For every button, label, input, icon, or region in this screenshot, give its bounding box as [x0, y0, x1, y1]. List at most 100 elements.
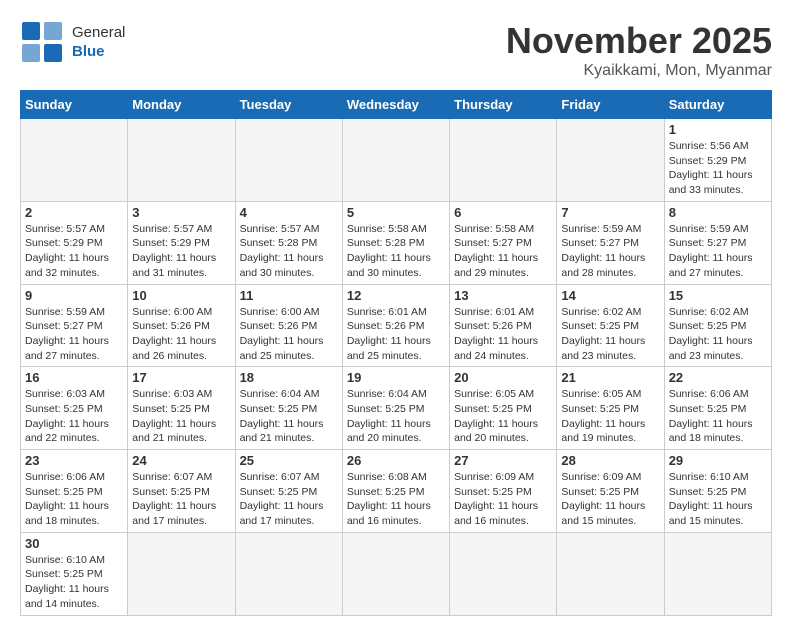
day-number: 29	[669, 453, 767, 468]
day-info: Sunrise: 5:57 AMSunset: 5:29 PMDaylight:…	[25, 222, 123, 281]
day-info: Sunrise: 5:58 AMSunset: 5:28 PMDaylight:…	[347, 222, 445, 281]
calendar-cell: 27 Sunrise: 6:09 AMSunset: 5:25 PMDayligh…	[450, 450, 557, 533]
weekday-header-row: SundayMondayTuesdayWednesdayThursdayFrid…	[21, 91, 772, 119]
day-info: Sunrise: 6:01 AMSunset: 5:26 PMDaylight:…	[347, 305, 445, 364]
calendar-cell: 3 Sunrise: 5:57 AMSunset: 5:29 PMDaylight…	[128, 201, 235, 284]
day-number: 23	[25, 453, 123, 468]
calendar-cell: 22 Sunrise: 6:06 AMSunset: 5:25 PMDayligh…	[664, 367, 771, 450]
calendar-cell: 15Sunrise: 6:02 AMSunset: 5:25 PMDayligh…	[664, 284, 771, 367]
day-number: 4	[240, 205, 338, 220]
day-info: Sunrise: 6:04 AMSunset: 5:25 PMDaylight:…	[240, 387, 338, 446]
day-number: 28	[561, 453, 659, 468]
day-info: Sunrise: 6:04 AMSunset: 5:25 PMDaylight:…	[347, 387, 445, 446]
logo-svg	[20, 20, 64, 64]
day-number: 27	[454, 453, 552, 468]
calendar-cell	[450, 119, 557, 202]
day-number: 2	[25, 205, 123, 220]
calendar-cell: 5 Sunrise: 5:58 AMSunset: 5:28 PMDaylight…	[342, 201, 449, 284]
calendar-cell: 7 Sunrise: 5:59 AMSunset: 5:27 PMDaylight…	[557, 201, 664, 284]
day-info: Sunrise: 6:06 AMSunset: 5:25 PMDaylight:…	[669, 387, 767, 446]
day-info: Sunrise: 5:59 AMSunset: 5:27 PMDaylight:…	[561, 222, 659, 281]
day-number: 26	[347, 453, 445, 468]
day-info: Sunrise: 6:10 AMSunset: 5:25 PMDaylight:…	[25, 553, 123, 612]
day-number: 14	[561, 288, 659, 303]
weekday-header-thursday: Thursday	[450, 91, 557, 119]
calendar-week-row: 1 Sunrise: 5:56 AMSunset: 5:29 PMDaylight…	[21, 119, 772, 202]
day-info: Sunrise: 6:03 AMSunset: 5:25 PMDaylight:…	[132, 387, 230, 446]
day-info: Sunrise: 6:02 AMSunset: 5:25 PMDaylight:…	[669, 305, 767, 364]
calendar-cell	[128, 119, 235, 202]
title-area: November 2025 Kyaikkami, Mon, Myanmar	[506, 20, 772, 80]
calendar-cell: 24 Sunrise: 6:07 AMSunset: 5:25 PMDayligh…	[128, 450, 235, 533]
calendar-cell	[557, 119, 664, 202]
weekday-header-tuesday: Tuesday	[235, 91, 342, 119]
day-number: 13	[454, 288, 552, 303]
day-info: Sunrise: 6:01 AMSunset: 5:26 PMDaylight:…	[454, 305, 552, 364]
location-subtitle: Kyaikkami, Mon, Myanmar	[506, 62, 772, 80]
weekday-header-sunday: Sunday	[21, 91, 128, 119]
weekday-header-wednesday: Wednesday	[342, 91, 449, 119]
calendar-week-row: 2 Sunrise: 5:57 AMSunset: 5:29 PMDaylight…	[21, 201, 772, 284]
day-info: Sunrise: 6:05 AMSunset: 5:25 PMDaylight:…	[454, 387, 552, 446]
day-info: Sunrise: 5:58 AMSunset: 5:27 PMDaylight:…	[454, 222, 552, 281]
day-number: 6	[454, 205, 552, 220]
calendar-cell: 1 Sunrise: 5:56 AMSunset: 5:29 PMDaylight…	[664, 119, 771, 202]
calendar-cell: 30 Sunrise: 6:10 AMSunset: 5:25 PMDayligh…	[21, 532, 128, 615]
day-number: 18	[240, 370, 338, 385]
calendar-cell: 4Sunrise: 5:57 AMSunset: 5:28 PMDaylight…	[235, 201, 342, 284]
calendar-week-row: 16 Sunrise: 6:03 AMSunset: 5:25 PMDayligh…	[21, 367, 772, 450]
day-number: 5	[347, 205, 445, 220]
weekday-header-monday: Monday	[128, 91, 235, 119]
calendar-cell	[128, 532, 235, 615]
day-number: 11	[240, 288, 338, 303]
day-number: 24	[132, 453, 230, 468]
calendar-cell: 11Sunrise: 6:00 AMSunset: 5:26 PMDayligh…	[235, 284, 342, 367]
day-info: Sunrise: 6:09 AMSunset: 5:25 PMDaylight:…	[454, 470, 552, 529]
calendar-cell: 6 Sunrise: 5:58 AMSunset: 5:27 PMDaylight…	[450, 201, 557, 284]
calendar-cell: 14 Sunrise: 6:02 AMSunset: 5:25 PMDayligh…	[557, 284, 664, 367]
day-info: Sunrise: 6:00 AMSunset: 5:26 PMDaylight:…	[132, 305, 230, 364]
day-info: Sunrise: 5:59 AMSunset: 5:27 PMDaylight:…	[669, 222, 767, 281]
calendar-cell	[664, 532, 771, 615]
calendar-cell: 25Sunrise: 6:07 AMSunset: 5:25 PMDayligh…	[235, 450, 342, 533]
day-number: 7	[561, 205, 659, 220]
calendar-cell: 16Sunrise: 6:03 AMSunset: 5:25 PMDayligh…	[21, 367, 128, 450]
day-number: 8	[669, 205, 767, 220]
calendar-cell	[557, 532, 664, 615]
calendar-cell	[235, 119, 342, 202]
day-info: Sunrise: 6:06 AMSunset: 5:25 PMDaylight:…	[25, 470, 123, 529]
day-info: Sunrise: 6:02 AMSunset: 5:25 PMDaylight:…	[561, 305, 659, 364]
calendar-cell	[21, 119, 128, 202]
day-info: Sunrise: 6:09 AMSunset: 5:25 PMDaylight:…	[561, 470, 659, 529]
day-number: 22	[669, 370, 767, 385]
calendar-table: SundayMondayTuesdayWednesdayThursdayFrid…	[20, 90, 772, 616]
weekday-header-saturday: Saturday	[664, 91, 771, 119]
day-number: 21	[561, 370, 659, 385]
day-number: 3	[132, 205, 230, 220]
day-number: 1	[669, 122, 767, 137]
calendar-cell	[450, 532, 557, 615]
calendar-cell: 17 Sunrise: 6:03 AMSunset: 5:25 PMDayligh…	[128, 367, 235, 450]
day-number: 30	[25, 536, 123, 551]
calendar-cell: 28 Sunrise: 6:09 AMSunset: 5:25 PMDayligh…	[557, 450, 664, 533]
calendar-cell: 18 Sunrise: 6:04 AMSunset: 5:25 PMDayligh…	[235, 367, 342, 450]
calendar-cell	[342, 532, 449, 615]
day-number: 10	[132, 288, 230, 303]
calendar-week-row: 23 Sunrise: 6:06 AMSunset: 5:25 PMDayligh…	[21, 450, 772, 533]
calendar-cell: 12Sunrise: 6:01 AMSunset: 5:26 PMDayligh…	[342, 284, 449, 367]
header: General Blue November 2025 Kyaikkami, Mo…	[20, 20, 772, 80]
calendar-cell: 23 Sunrise: 6:06 AMSunset: 5:25 PMDayligh…	[21, 450, 128, 533]
day-info: Sunrise: 6:05 AMSunset: 5:25 PMDaylight:…	[561, 387, 659, 446]
day-number: 17	[132, 370, 230, 385]
weekday-header-friday: Friday	[557, 91, 664, 119]
day-info: Sunrise: 6:07 AMSunset: 5:25 PMDaylight:…	[132, 470, 230, 529]
calendar-cell: 2 Sunrise: 5:57 AMSunset: 5:29 PMDaylight…	[21, 201, 128, 284]
day-number: 9	[25, 288, 123, 303]
day-number: 16	[25, 370, 123, 385]
day-info: Sunrise: 5:57 AMSunset: 5:29 PMDaylight:…	[132, 222, 230, 281]
calendar-cell	[342, 119, 449, 202]
day-number: 20	[454, 370, 552, 385]
day-info: Sunrise: 5:56 AMSunset: 5:29 PMDaylight:…	[669, 139, 767, 198]
logo-blue: Blue	[72, 42, 125, 62]
logo: General Blue	[20, 20, 125, 64]
